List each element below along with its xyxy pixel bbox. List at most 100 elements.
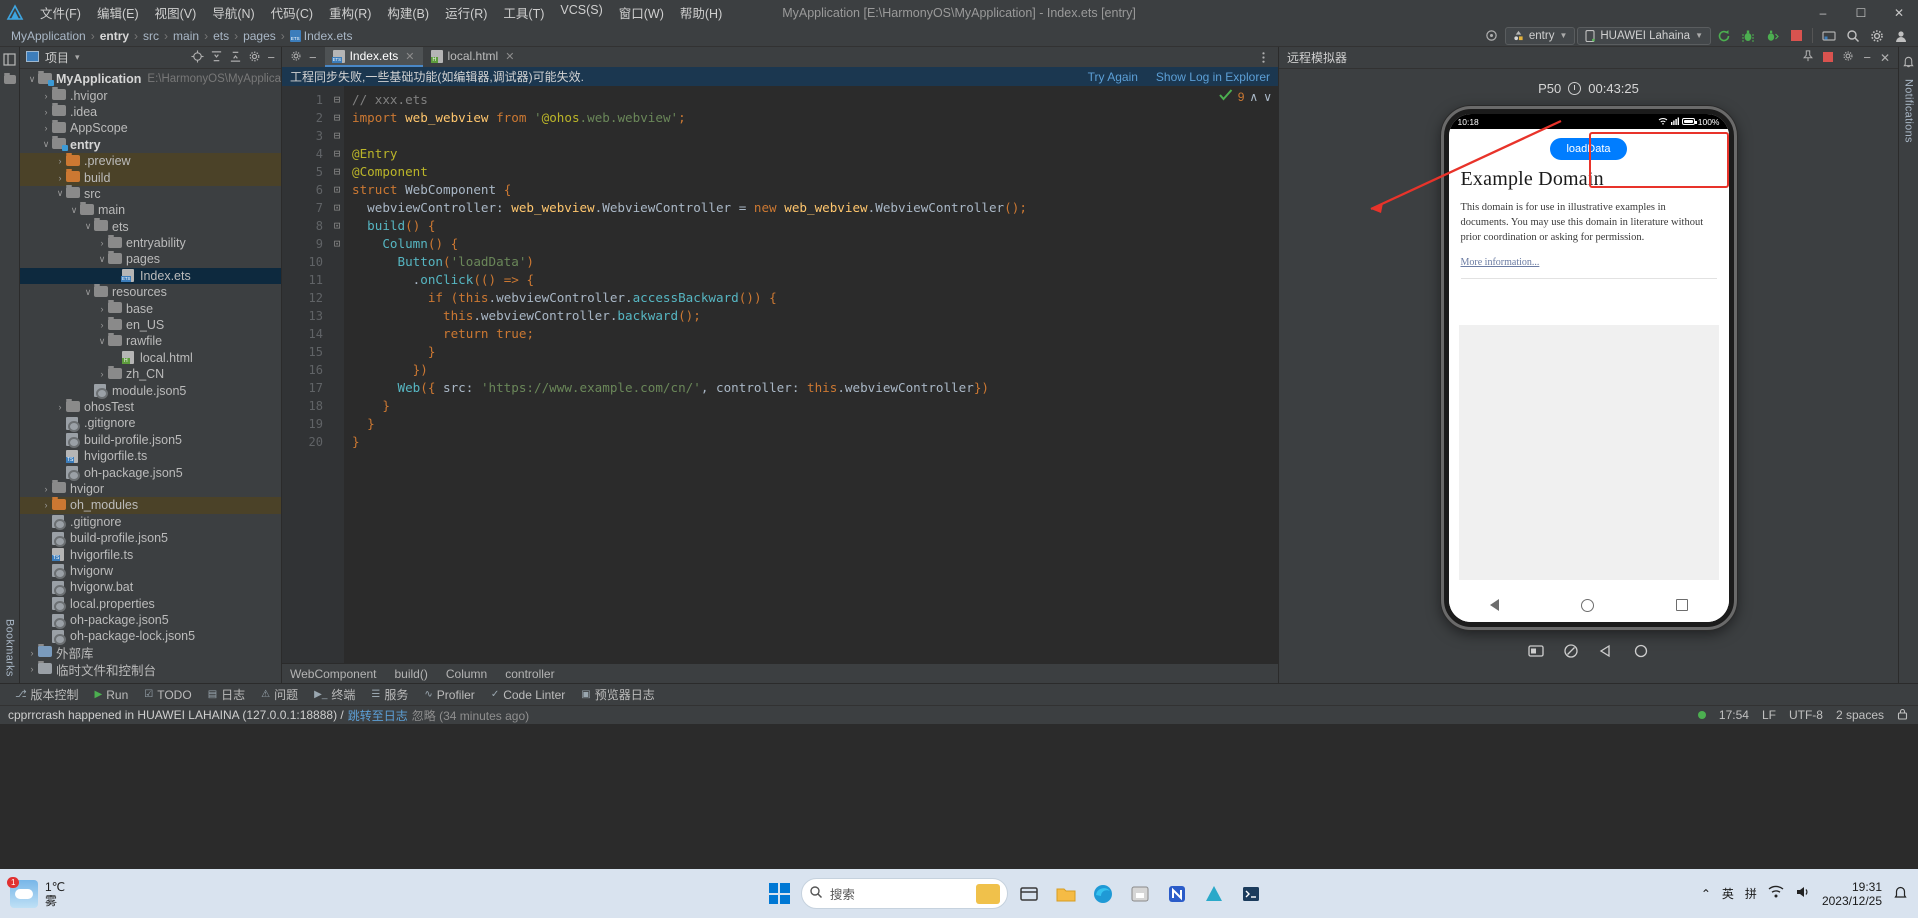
- chevron-right-icon[interactable]: ›: [54, 173, 66, 183]
- tool-window--[interactable]: ▤ 日志: [201, 684, 252, 705]
- lock-icon[interactable]: [1897, 708, 1908, 723]
- pin-icon[interactable]: [1802, 50, 1814, 65]
- tree-node-zh-cn[interactable]: › zh_CN: [20, 365, 281, 382]
- rotate-icon[interactable]: [1563, 642, 1580, 659]
- hide-panel-icon[interactable]: −: [309, 50, 317, 65]
- more-information-link[interactable]: More information...: [1461, 257, 1540, 268]
- menu-item-7[interactable]: 运行(R): [437, 0, 495, 25]
- tool-window-code-linter[interactable]: ✓ Code Linter: [484, 686, 572, 704]
- code-line[interactable]: // xxx.ets: [352, 91, 1278, 109]
- chevron-right-icon[interactable]: ›: [96, 238, 108, 248]
- breadcrumb-item-index-ets[interactable]: Index.ets: [287, 29, 356, 43]
- try-again-link[interactable]: Try Again: [1088, 70, 1138, 84]
- screenshot-icon[interactable]: [1528, 642, 1545, 659]
- tree-node-hvigorw-bat[interactable]: ›hvigorw.bat: [20, 579, 281, 596]
- taskbar-clock[interactable]: 19:31 2023/12/25: [1822, 880, 1882, 908]
- tree-node-oh-package-json5[interactable]: ›oh-package.json5: [20, 464, 281, 482]
- menu-item-2[interactable]: 视图(V): [147, 0, 205, 25]
- gear-icon[interactable]: [290, 50, 302, 65]
- search-icon[interactable]: [1842, 27, 1864, 45]
- tree-node-entryability[interactable]: › entryability: [20, 234, 281, 251]
- network-icon[interactable]: [1768, 885, 1784, 902]
- menu-item-11[interactable]: 帮助(H): [672, 0, 730, 25]
- taskbar-search-box[interactable]: 搜索: [800, 878, 1008, 909]
- chevron-right-icon[interactable]: ›: [96, 304, 108, 314]
- run-configuration-selector[interactable]: entry ▼: [1504, 26, 1576, 45]
- tree-node--[interactable]: › 临时文件和控制台: [20, 660, 281, 678]
- tree-node--preview[interactable]: › .preview: [20, 152, 281, 170]
- phone-screen[interactable]: 10:18 100% loadData Example Domain This …: [1448, 114, 1729, 622]
- menu-item-10[interactable]: 窗口(W): [611, 0, 672, 25]
- account-icon[interactable]: [1890, 27, 1912, 45]
- breadcrumb-item-main[interactable]: main: [170, 29, 202, 43]
- edge-icon[interactable]: [1088, 878, 1119, 909]
- tool-window--[interactable]: ▣ 预览器日志: [574, 684, 661, 705]
- chevron-right-icon[interactable]: ›: [54, 402, 66, 412]
- close-tab-icon[interactable]: ✕: [505, 50, 514, 63]
- ime-en-label[interactable]: 英: [1722, 885, 1734, 902]
- code-breadcrumb-item-1[interactable]: build(): [395, 667, 428, 681]
- tree-node-en-us[interactable]: › en_US: [20, 316, 281, 333]
- code-line[interactable]: Button('loadData'): [352, 253, 1278, 271]
- back-icon[interactable]: [1598, 642, 1615, 659]
- device-selector[interactable]: HUAWEI Lahaina ▼: [1577, 26, 1711, 45]
- fold-marker[interactable]: ⊟: [330, 109, 344, 127]
- code-line[interactable]: }: [352, 433, 1278, 451]
- chevron-up-icon[interactable]: ⌃: [1701, 887, 1711, 901]
- tree-node-entry[interactable]: ∨ entry: [20, 136, 281, 153]
- terminal-icon[interactable]: [1236, 878, 1267, 909]
- code-line[interactable]: return true;: [352, 325, 1278, 343]
- source-code[interactable]: // xxx.ets import web_webview from '@ohos…: [344, 86, 1278, 663]
- chevron-right-icon[interactable]: ›: [40, 500, 52, 510]
- menu-item-3[interactable]: 导航(N): [204, 0, 262, 25]
- tree-node-appscope[interactable]: › AppScope: [20, 119, 281, 136]
- tree-node-module-json5[interactable]: ›module.json5: [20, 382, 281, 400]
- code-line[interactable]: }: [352, 397, 1278, 415]
- code-line[interactable]: }: [352, 415, 1278, 433]
- tree-node--[interactable]: › 外部库: [20, 644, 281, 661]
- tree-node--hvigor[interactable]: › .hvigor: [20, 87, 281, 103]
- chevron-right-icon[interactable]: ›: [26, 648, 38, 658]
- chevron-down-icon[interactable]: ∨: [96, 336, 108, 347]
- tool-window-profiler[interactable]: ∿ Profiler: [417, 686, 481, 704]
- breadcrumb-item-ets[interactable]: ets: [210, 29, 232, 43]
- fold-marker[interactable]: ⊟: [330, 127, 344, 145]
- fold-marker[interactable]: ⊡: [330, 199, 344, 217]
- code-breadcrumb-item-0[interactable]: WebComponent: [290, 667, 377, 681]
- chevron-right-icon[interactable]: ›: [26, 664, 38, 674]
- menu-item-1[interactable]: 编辑(E): [89, 0, 147, 25]
- tree-node-hvigorfile-ts[interactable]: ›hvigorfile.ts: [20, 546, 281, 562]
- code-line[interactable]: import web_webview from '@ohos.web.webvi…: [352, 109, 1278, 127]
- fold-marker[interactable]: ⊡: [330, 181, 344, 199]
- tool-window--[interactable]: ⚠ 问题: [254, 684, 305, 705]
- device-manager-icon[interactable]: [1818, 27, 1840, 45]
- breadcrumb-item-pages[interactable]: pages: [240, 29, 279, 43]
- tool-window--[interactable]: ☰ 服务: [364, 684, 415, 705]
- project-structure-icon[interactable]: [2, 51, 18, 67]
- code-line[interactable]: }: [352, 343, 1278, 361]
- tree-node-local-properties[interactable]: ›local.properties: [20, 596, 281, 613]
- chevron-down-icon[interactable]: ∨: [54, 188, 66, 199]
- tool-window-run[interactable]: ▶ Run: [88, 686, 136, 704]
- chevron-right-icon[interactable]: ›: [96, 369, 108, 379]
- back-triangle-icon[interactable]: [1489, 599, 1499, 611]
- editor-options-icon[interactable]: [1257, 47, 1278, 67]
- minimize-icon[interactable]: −: [1863, 50, 1871, 65]
- breadcrumb-item-src[interactable]: src: [140, 29, 162, 43]
- menu-item-0[interactable]: 文件(F): [32, 0, 89, 25]
- code-breadcrumb-item-2[interactable]: Column: [446, 667, 487, 681]
- folder-icon[interactable]: [2, 71, 18, 87]
- code-breadcrumb-item-3[interactable]: controller: [505, 667, 554, 681]
- fold-marker[interactable]: ⊟: [330, 163, 344, 181]
- chevron-down-icon[interactable]: ∨: [82, 221, 94, 232]
- tree-node--idea[interactable]: › .idea: [20, 103, 281, 120]
- gear-icon[interactable]: [1842, 50, 1854, 65]
- editor-tab-local-html[interactable]: local.html ✕: [423, 47, 523, 67]
- task-view-icon[interactable]: [1014, 878, 1045, 909]
- rerun-button[interactable]: [1713, 27, 1735, 45]
- line-separator-label[interactable]: LF: [1762, 708, 1776, 722]
- menu-item-4[interactable]: 代码(C): [263, 0, 321, 25]
- code-line[interactable]: @Entry: [352, 145, 1278, 163]
- tool-window--[interactable]: ⎇ 版本控制: [8, 684, 86, 705]
- volume-icon[interactable]: [1795, 885, 1811, 902]
